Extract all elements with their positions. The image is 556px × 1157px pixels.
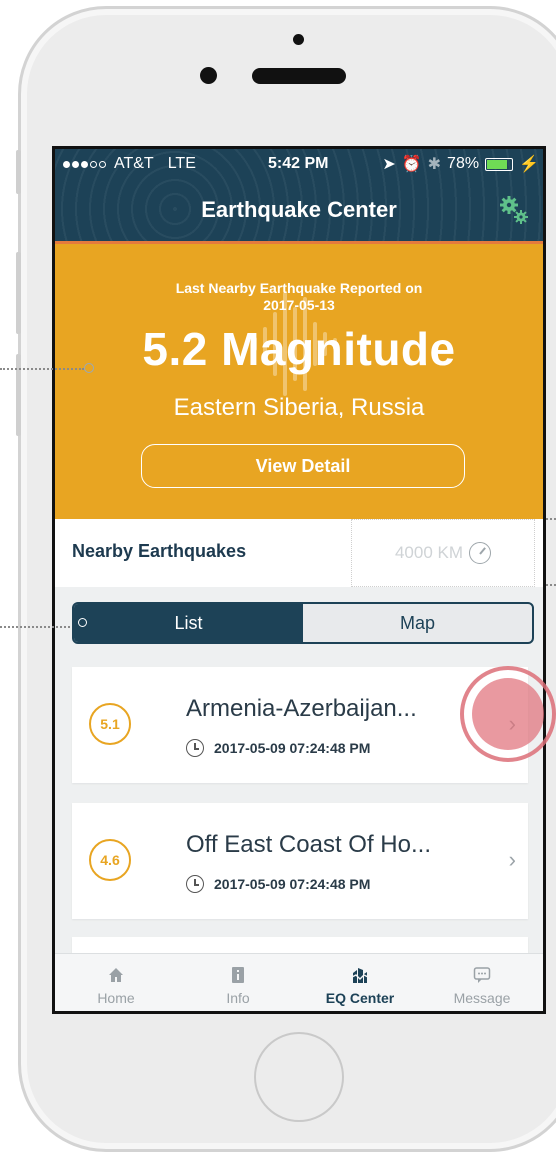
bluetooth-icon: ✱: [427, 156, 442, 173]
latest-quake-banner: Last Nearby Earthquake Reported on 2017-…: [55, 244, 543, 519]
tab-eq-center[interactable]: EQ Center: [299, 954, 421, 1011]
gear-icon[interactable]: [497, 193, 531, 227]
quake-list-item[interactable]: 4.6 Off East Coast Of Ho... 2017-05-09 0…: [72, 803, 528, 919]
status-time: 5:42 PM: [268, 155, 329, 172]
clock-icon: [186, 739, 204, 757]
tab-list-label: List: [174, 612, 203, 633]
quake-location: Eastern Siberia, Russia: [173, 394, 425, 421]
signal-strength: AT&T LTE: [63, 155, 196, 173]
app-header: AT&T LTE 5:42 PM ➤ ⏰ ✱ 78% ⚡ Earthquake …: [55, 149, 543, 241]
status-right: ➤ ⏰ ✱ 78% ⚡: [382, 154, 539, 174]
stage: AT&T LTE 5:42 PM ➤ ⏰ ✱ 78% ⚡ Earthquake …: [0, 0, 556, 1157]
quake-time: 2017-05-09 07:24:48 PM: [186, 875, 370, 893]
volume-up-button: [16, 252, 21, 334]
tab-home-label: Home: [97, 989, 135, 1006]
annotation-line-distance-bottom: [546, 584, 556, 586]
nearby-label: Nearby Earthquakes: [72, 541, 247, 561]
tab-message-label: Message: [453, 989, 511, 1006]
distance-filter[interactable]: 4000 KM: [351, 519, 535, 587]
reported-label: Last Nearby Earthquake Reported on: [175, 280, 423, 296]
quake-time: 2017-05-09 07:24:48 PM: [186, 739, 370, 757]
tab-info-label: Info: [226, 989, 250, 1006]
reported-date: 2017-05-13: [263, 297, 335, 313]
front-camera: [293, 34, 304, 45]
annotation-line-tabs: [0, 626, 70, 628]
tab-eq-center-label: EQ Center: [325, 989, 395, 1006]
earpiece-speaker: [252, 68, 346, 84]
touch-anchor-icon: [78, 618, 87, 627]
magnitude-badge: 4.6: [89, 839, 131, 881]
alarm-icon: ⏰: [401, 156, 422, 173]
tab-message[interactable]: Message: [421, 954, 543, 1011]
mute-switch: [16, 150, 21, 194]
tab-map-label: Map: [399, 612, 435, 633]
annotation-anchor-icon: [84, 363, 94, 373]
nearby-header: Nearby Earthquakes 4000 KM: [55, 519, 543, 587]
quake-time-value: 2017-05-09 07:24:48 PM: [214, 740, 371, 756]
tap-indicator: [460, 666, 556, 762]
quake-list-item[interactable]: 5.1 Armenia-Azerbaijan... 2017-05-09 07:…: [72, 667, 528, 783]
tab-map[interactable]: Map: [303, 604, 532, 642]
chevron-right-icon[interactable]: ›: [509, 847, 516, 873]
quake-place: Armenia-Azerbaijan...: [186, 695, 417, 722]
volume-down-button: [16, 354, 21, 436]
magnitude-value: 5.2 Magnitude: [142, 323, 456, 375]
tab-info[interactable]: Info: [177, 954, 299, 1011]
reported-text: Last Nearby Earthquake Reported on 2017-…: [55, 280, 543, 314]
page-title: Earthquake Center: [201, 197, 397, 222]
message-icon: [473, 966, 491, 983]
sensor-lens: [200, 67, 217, 84]
battery-percent: 78%: [447, 155, 480, 172]
tab-list[interactable]: List: [74, 604, 303, 642]
radar-icon: [469, 542, 492, 564]
view-detail-button[interactable]: View Detail: [141, 444, 465, 488]
distance-value: 4000 KM: [394, 543, 464, 562]
clock-icon: [186, 875, 204, 893]
annotation-line-banner: [0, 368, 84, 370]
home-icon: [109, 967, 123, 982]
status-bar: AT&T LTE 5:42 PM ➤ ⏰ ✱ 78% ⚡: [63, 154, 539, 174]
charging-icon: ⚡: [519, 156, 539, 173]
home-button[interactable]: [254, 1032, 344, 1122]
eq-center-icon: [351, 967, 369, 983]
view-toggle: List Map: [72, 602, 534, 644]
magnitude-badge: 5.1: [89, 703, 131, 745]
quake-place: Off East Coast Of Ho...: [186, 831, 431, 858]
tab-home[interactable]: Home: [55, 954, 177, 1011]
carrier-name: AT&T: [114, 155, 154, 172]
quake-time-value: 2017-05-09 07:24:48 PM: [214, 876, 371, 892]
battery-icon: [485, 157, 514, 171]
info-icon: [232, 966, 244, 983]
bottom-tab-bar: Home Info EQ Center Message: [55, 953, 543, 1011]
phone-screen: AT&T LTE 5:42 PM ➤ ⏰ ✱ 78% ⚡ Earthquake …: [52, 146, 546, 1014]
location-icon: ➤: [382, 156, 396, 173]
network-type: LTE: [167, 155, 196, 172]
annotation-line-distance-top: [546, 518, 556, 520]
